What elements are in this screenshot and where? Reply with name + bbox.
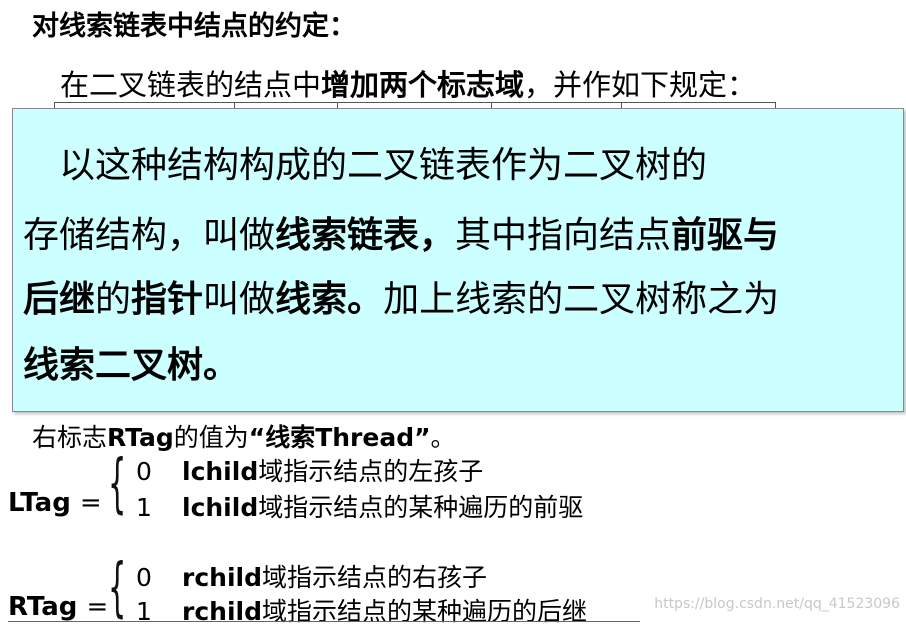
callout-line-2: 存储结构，叫做线索链表，其中指向结点前驱与 (23, 203, 779, 269)
definition-callout: 以这种结构构成的二叉链表作为二叉树的 存储结构，叫做线索链表，其中指向结点前驱与… (12, 108, 904, 412)
callout-line-3: 后继的指针叫做线索。加上线索的二叉树称之为 (23, 267, 779, 333)
callout-text: 加上线索的二叉树称之为 (383, 279, 780, 320)
ltag-value: 0 (136, 457, 152, 486)
rtag-value: 0 (136, 563, 152, 592)
note-text: 。 (430, 423, 456, 452)
intro-prefix: 在二叉链表的结点中 (60, 68, 322, 102)
term-pointer: 指针 (131, 279, 204, 320)
callout-line-4: 线索二叉树。 (23, 333, 239, 399)
rtag-equals: = (86, 592, 109, 622)
callout-text: 其中指向结点 (455, 215, 672, 256)
term-thread-list: 线索链表， (275, 215, 456, 256)
rtag-note: 右标志RTag的值为“线索Thread”。 (32, 418, 456, 454)
ltag-desc: 域指示结点的某种遍历的前驱 (258, 493, 584, 522)
rtag-row-0: 0 rchild域指示结点的右孩子 (136, 558, 487, 594)
term-predecessor: 前驱与 (671, 215, 780, 256)
ltag-brace: { (108, 447, 127, 521)
rtag-row-1: 1 rchild域指示结点的某种遍历的后继 (136, 592, 587, 628)
rtag-field: rchild (182, 563, 262, 592)
watermark: https://blog.csdn.net/qq_41523096 (654, 596, 900, 612)
callout-line-1: 以这种结构构成的二叉链表作为二叉树的 (23, 133, 707, 199)
underline-accent (8, 621, 640, 622)
ltag-value: 1 (136, 493, 152, 522)
term-successor: 后继 (23, 279, 96, 320)
rtag-name: RTag (8, 592, 78, 622)
rtag-label: RTag = (8, 592, 108, 622)
callout-text: 以这种结构构成的二叉链表作为二叉树的 (23, 145, 708, 186)
ltag-equals: = (79, 488, 102, 518)
callout-text: 存储结构，叫做 (23, 215, 276, 256)
note-thread: “线索Thread” (248, 423, 431, 452)
note-text: 的值为 (173, 423, 249, 452)
callout-text: 的 (95, 279, 132, 320)
ltag-field: lchild (182, 493, 259, 522)
ltag-desc: 域指示结点的左孩子 (258, 457, 484, 486)
ltag-field: lchild (182, 457, 259, 486)
ltag-name: LTag (8, 488, 71, 518)
note-text: 右标志 (32, 423, 108, 452)
slide-title: 对线索链表中结点的约定： (32, 11, 356, 42)
term-thread: 线索。 (275, 279, 384, 320)
rtag-brace: { (108, 551, 127, 625)
ltag-row-0: 0 lchild域指示结点的左孩子 (136, 452, 483, 488)
rtag-desc: 域指示结点的右孩子 (261, 563, 487, 592)
ltag-row-1: 1 lchild域指示结点的某种遍历的前驱 (136, 488, 583, 524)
intro-text: 在二叉链表的结点中增加两个标志域，并作如下规定： (60, 62, 756, 104)
intro-suffix: ，并作如下规定： (524, 68, 757, 102)
term-threaded-binary-tree: 线索二叉树。 (23, 345, 240, 386)
callout-text: 叫做 (203, 279, 276, 320)
ltag-label: LTag = (8, 488, 102, 518)
intro-bold: 增加两个标志域 (321, 68, 525, 102)
